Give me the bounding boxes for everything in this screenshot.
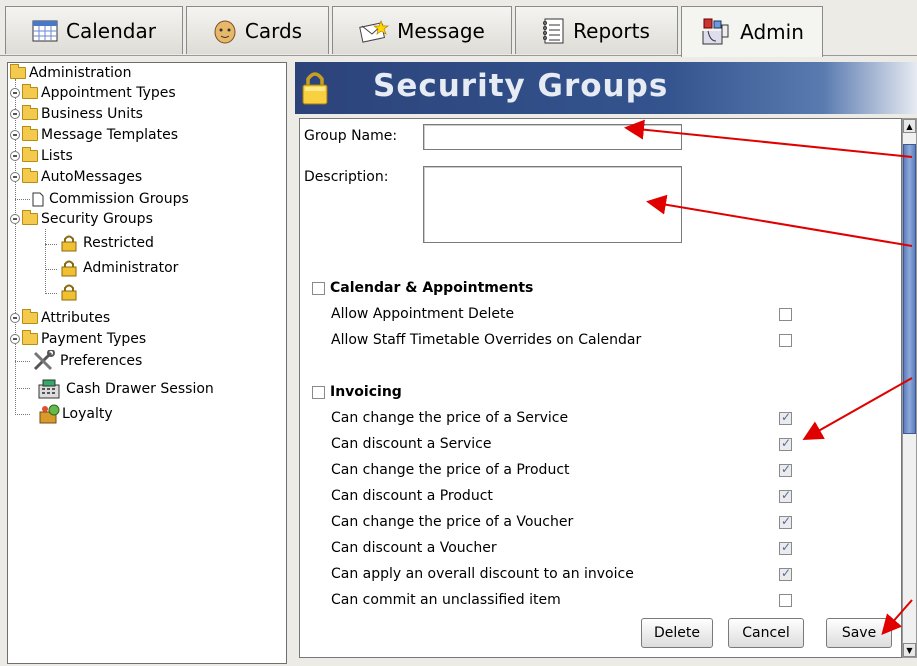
section-checkbox[interactable] [312, 385, 325, 399]
delete-button[interactable]: Delete [641, 618, 713, 648]
tab-admin[interactable]: Admin [681, 6, 823, 57]
permission-label: Can commit an unclassified item [331, 592, 561, 608]
folder-icon [22, 330, 38, 345]
permission-checkbox[interactable] [779, 514, 792, 529]
tree-item-restricted[interactable]: Restricted [60, 233, 154, 253]
permission-label: Can discount a Voucher [331, 540, 497, 556]
tree-item-administrator[interactable]: Administrator [60, 258, 178, 278]
folder-icon [22, 309, 38, 324]
tree-item-lists[interactable]: Lists [10, 146, 73, 166]
expand-toggle-icon[interactable] [10, 313, 20, 323]
envelope-star-icon [359, 19, 390, 43]
tree-root-administration[interactable]: Administration [10, 63, 131, 83]
padlock-icon [61, 260, 77, 277]
permission-checkbox[interactable] [779, 566, 792, 581]
document-icon [32, 192, 44, 206]
padlock-icon [61, 284, 77, 301]
group-name-input[interactable] [423, 124, 682, 150]
tools-icon [33, 350, 55, 371]
tree-item-commission-groups[interactable]: Commission Groups [32, 189, 189, 209]
admin-tools-icon [702, 18, 729, 45]
tab-label: Message [397, 18, 485, 43]
permission-label: Can change the price of a Product [331, 462, 570, 478]
permission-label: Allow Staff Timetable Overrides on Calen… [331, 332, 642, 348]
permission-checkbox[interactable] [779, 436, 792, 451]
tab-message[interactable]: Message [332, 6, 512, 54]
calendar-icon [32, 20, 58, 41]
scroll-down-icon[interactable]: ▼ [903, 643, 916, 657]
admin-navigation-tree: Administration Appointment Types Busines… [7, 62, 287, 664]
security-groups-panel: Security Groups Group Name: Description:… [295, 62, 917, 666]
folder-open-icon [22, 210, 38, 225]
permission-checkbox[interactable] [779, 334, 792, 347]
permission-label: Can discount a Product [331, 488, 493, 504]
tree-item-security-groups[interactable]: Security Groups [10, 209, 153, 229]
permission-checkbox[interactable] [779, 410, 792, 425]
tab-label: Calendar [66, 18, 156, 43]
description-textarea[interactable] [423, 166, 682, 243]
folder-icon [10, 64, 26, 79]
expand-toggle-icon[interactable] [10, 88, 20, 98]
folder-icon [22, 168, 38, 183]
tree-item-loyalty[interactable]: Loyalty [38, 404, 113, 424]
save-button[interactable]: Save [826, 618, 892, 648]
cancel-button[interactable]: Cancel [728, 618, 804, 648]
cash-register-icon [38, 379, 60, 399]
permission-label: Can apply an overall discount to an invo… [331, 566, 634, 582]
tab-reports[interactable]: Reports [515, 6, 678, 54]
page-title: Security Groups [373, 68, 669, 104]
tree-item-payment-types[interactable]: Payment Types [10, 329, 146, 349]
face-icon [214, 20, 236, 43]
tree-item-automessages[interactable]: AutoMessages [10, 167, 142, 187]
permission-checkbox[interactable] [779, 308, 792, 321]
section-calendar-appointments: Calendar & Appointments [312, 280, 533, 296]
scrollbar-thumb[interactable] [903, 144, 916, 434]
tree-item-preferences[interactable]: Preferences [32, 350, 142, 371]
permission-checkbox[interactable] [779, 462, 792, 477]
folder-icon [22, 84, 38, 99]
permission-label: Allow Appointment Delete [331, 306, 515, 322]
scroll-up-icon[interactable]: ▲ [903, 119, 916, 133]
panel-header: Security Groups [295, 62, 917, 114]
tree-item-message-templates[interactable]: Message Templates [10, 125, 178, 145]
expand-toggle-icon[interactable] [10, 130, 20, 140]
padlock-icon [61, 235, 77, 252]
loyalty-gift-icon [39, 404, 60, 424]
permission-label: Can change the price of a Service [331, 410, 569, 426]
folder-icon [22, 147, 38, 162]
permission-checkbox[interactable] [779, 488, 792, 503]
tree-item-appointment-types[interactable]: Appointment Types [10, 83, 176, 103]
notepad-icon [543, 18, 564, 43]
tab-cards[interactable]: Cards [186, 6, 329, 54]
section-checkbox[interactable] [312, 281, 325, 295]
panel-splitter[interactable] [288, 62, 294, 664]
folder-icon [22, 105, 38, 120]
permission-checkbox[interactable] [779, 540, 792, 555]
expand-toggle-icon[interactable] [10, 109, 20, 119]
collapse-toggle-icon[interactable] [10, 214, 20, 224]
tab-label: Cards [244, 18, 303, 43]
permission-label: Can discount a Service [331, 436, 492, 452]
section-invoicing: Invoicing [312, 384, 402, 400]
form-scrollbar[interactable]: ▲ ▼ [902, 118, 917, 658]
tree-item-business-units[interactable]: Business Units [10, 104, 143, 124]
padlock-icon [302, 72, 328, 105]
permission-label: Can change the price of a Voucher [331, 514, 574, 530]
tab-calendar[interactable]: Calendar [5, 6, 183, 54]
expand-toggle-icon[interactable] [10, 151, 20, 161]
folder-icon [22, 126, 38, 141]
module-tab-bar: Calendar Cards Message Reports Admin [0, 0, 917, 57]
tree-item-unnamed-group[interactable] [60, 282, 83, 302]
permission-checkbox[interactable] [779, 594, 792, 607]
expand-toggle-icon[interactable] [10, 334, 20, 344]
description-label: Description: [304, 169, 389, 185]
tree-item-attributes[interactable]: Attributes [10, 308, 110, 328]
tab-label: Reports [573, 18, 650, 43]
group-name-label: Group Name: [304, 128, 398, 144]
security-group-form: Group Name: Description: Calendar & Appo… [299, 118, 902, 658]
tab-label: Admin [740, 20, 804, 44]
expand-toggle-icon[interactable] [10, 172, 20, 182]
tree-item-cash-drawer-session[interactable]: Cash Drawer Session [38, 379, 214, 399]
